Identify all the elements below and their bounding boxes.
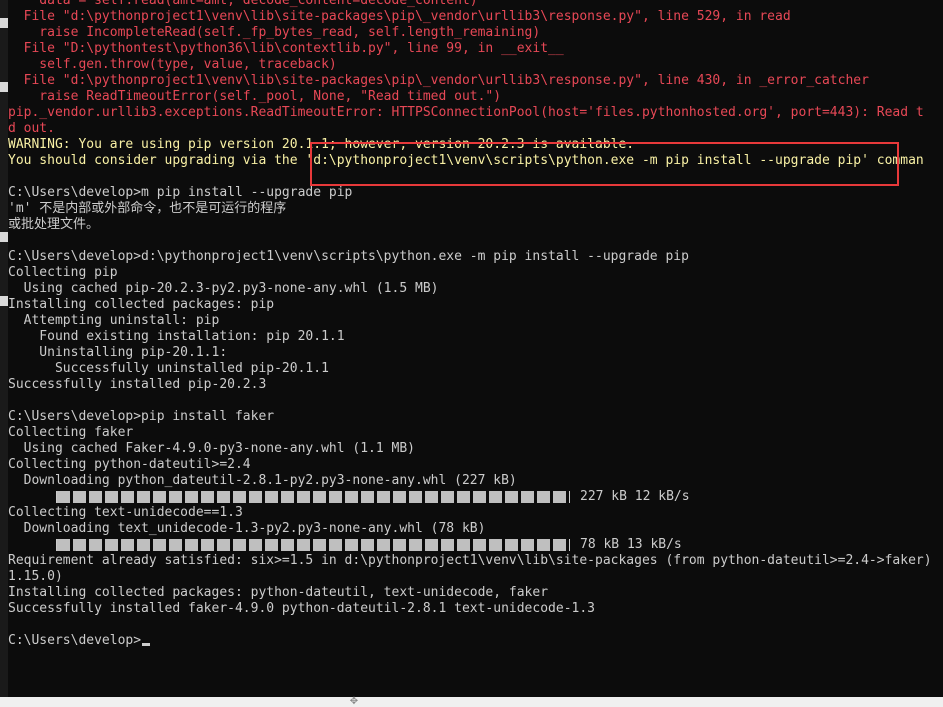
console-line-text: Collecting pip: [8, 265, 118, 280]
console-line: Found existing installation: pip 20.1.1: [8, 329, 943, 345]
console-line: Collecting faker: [8, 425, 943, 441]
console-line-text: 或批处理文件。: [8, 217, 100, 232]
edge-mark: [0, 232, 8, 242]
console-line: Installing collected packages: python-da…: [8, 585, 943, 601]
console-line: data = self.read(amt=amt, decode_content…: [8, 0, 943, 9]
console-line: d out.: [8, 121, 943, 137]
progress-row: 227 kB 12 kB/s: [8, 489, 943, 505]
console-line-text: 1.15.0): [8, 569, 63, 584]
console-line-text: Using cached pip-20.2.3-py2.py3-none-any…: [8, 281, 439, 296]
console-line-text: C:\Users\develop>pip install faker: [8, 409, 275, 424]
console-line: Downloading text_unidecode-1.3-py2.py3-n…: [8, 521, 943, 537]
console-line: 或批处理文件。: [8, 217, 943, 233]
progress-bar: [56, 491, 570, 503]
console-line-text: File "d:\pythonproject1\venv\lib\site-pa…: [8, 9, 791, 24]
highlight-annotation-box: [310, 142, 899, 186]
console-line: Collecting text-unidecode==1.3: [8, 505, 943, 521]
console-line: File "d:\pythonproject1\venv\lib\site-pa…: [8, 9, 943, 25]
progress-label: 78 kB 13 kB/s: [580, 537, 682, 552]
window-bottom-edge: [0, 697, 943, 707]
console-line: C:\Users\develop>: [8, 633, 943, 649]
console-line: File "d:\pythonproject1\venv\lib\site-pa…: [8, 73, 943, 89]
console-line-text: raise ReadTimeoutError(self._pool, None,…: [8, 89, 502, 104]
console-line-text: raise IncompleteRead(self._fp_bytes_read…: [8, 25, 541, 40]
console-line-text: Installing collected packages: python-da…: [8, 585, 549, 600]
console-line-text: Attempting uninstall: pip: [8, 313, 220, 328]
console-line-text: C:\Users\develop>m pip install --upgrade…: [8, 185, 353, 200]
console-line: raise IncompleteRead(self._fp_bytes_read…: [8, 25, 943, 41]
console-line-text: Uninstalling pip-20.1.1:: [8, 345, 228, 360]
left-edge-strip: [0, 0, 8, 697]
text-cursor: [142, 643, 151, 646]
console-line-text: Successfully installed faker-4.9.0 pytho…: [8, 601, 595, 616]
console-line-text: Collecting python-dateutil>=2.4: [8, 457, 251, 472]
console-line: pip._vendor.urllib3.exceptions.ReadTimeo…: [8, 105, 943, 121]
console-line-text: Installing collected packages: pip: [8, 297, 275, 312]
console-line: Installing collected packages: pip: [8, 297, 943, 313]
console-line: File "D:\pythontest\python36\lib\context…: [8, 41, 943, 57]
console-line: C:\Users\develop>m pip install --upgrade…: [8, 185, 943, 201]
console-line: Successfully installed pip-20.2.3: [8, 377, 943, 393]
console-line-text: Successfully installed pip-20.2.3: [8, 377, 267, 392]
console-line: C:\Users\develop>pip install faker: [8, 409, 943, 425]
console-line-text: Requirement already satisfied: six>=1.5 …: [8, 553, 932, 568]
edge-mark: [0, 82, 8, 92]
progress-label: 227 kB 12 kB/s: [580, 489, 690, 504]
console-line: Collecting python-dateutil>=2.4: [8, 457, 943, 473]
console-line: self.gen.throw(type, value, traceback): [8, 57, 943, 73]
console-line-text: d out.: [8, 121, 55, 136]
console-line: Uninstalling pip-20.1.1:: [8, 345, 943, 361]
console-line-text: File "d:\pythonproject1\venv\lib\site-pa…: [8, 73, 869, 88]
console-line-text: pip._vendor.urllib3.exceptions.ReadTimeo…: [8, 105, 924, 120]
console-line-text: Collecting text-unidecode==1.3: [8, 505, 243, 520]
console-line-text: C:\Users\develop>: [8, 633, 142, 648]
console-line: Requirement already satisfied: six>=1.5 …: [8, 553, 943, 569]
console-line-text: Downloading python_dateutil-2.8.1-py2.py…: [8, 473, 517, 488]
move-icon[interactable]: ✥: [348, 697, 360, 707]
console-window[interactable]: data = self.read(amt=amt, decode_content…: [0, 0, 943, 697]
console-line-text: Found existing installation: pip 20.1.1: [8, 329, 345, 344]
console-line-text: Using cached Faker-4.9.0-py3-none-any.wh…: [8, 441, 415, 456]
console-line-text: Successfully uninstalled pip-20.1.1: [8, 361, 329, 376]
console-line-text: self.gen.throw(type, value, traceback): [8, 57, 337, 72]
console-line-text: C:\Users\develop>d:\pythonproject1\venv\…: [8, 249, 689, 264]
progress-row: 78 kB 13 kB/s: [8, 537, 943, 553]
edge-mark: [0, 18, 8, 28]
console-line: Attempting uninstall: pip: [8, 313, 943, 329]
console-output: data = self.read(amt=amt, decode_content…: [8, 0, 943, 649]
console-line: Using cached pip-20.2.3-py2.py3-none-any…: [8, 281, 943, 297]
console-line: 'm' 不是内部或外部命令，也不是可运行的程序: [8, 201, 943, 217]
console-line-text: File "D:\pythontest\python36\lib\context…: [8, 41, 564, 56]
console-line: Collecting pip: [8, 265, 943, 281]
console-line: Using cached Faker-4.9.0-py3-none-any.wh…: [8, 441, 943, 457]
console-line: C:\Users\develop>d:\pythonproject1\venv\…: [8, 249, 943, 265]
console-line: Successfully installed faker-4.9.0 pytho…: [8, 601, 943, 617]
console-line-text: Downloading text_unidecode-1.3-py2.py3-n…: [8, 521, 486, 536]
edge-mark: [0, 296, 8, 306]
console-line-text: data = self.read(amt=amt, decode_content…: [8, 0, 478, 8]
progress-bar: [56, 539, 570, 551]
console-line: raise ReadTimeoutError(self._pool, None,…: [8, 89, 943, 105]
console-line: Downloading python_dateutil-2.8.1-py2.py…: [8, 473, 943, 489]
console-line-text: 'm' 不是内部或外部命令，也不是可运行的程序: [8, 201, 287, 216]
console-line: Successfully uninstalled pip-20.1.1: [8, 361, 943, 377]
console-line-text: Collecting faker: [8, 425, 134, 440]
console-line: 1.15.0): [8, 569, 943, 585]
